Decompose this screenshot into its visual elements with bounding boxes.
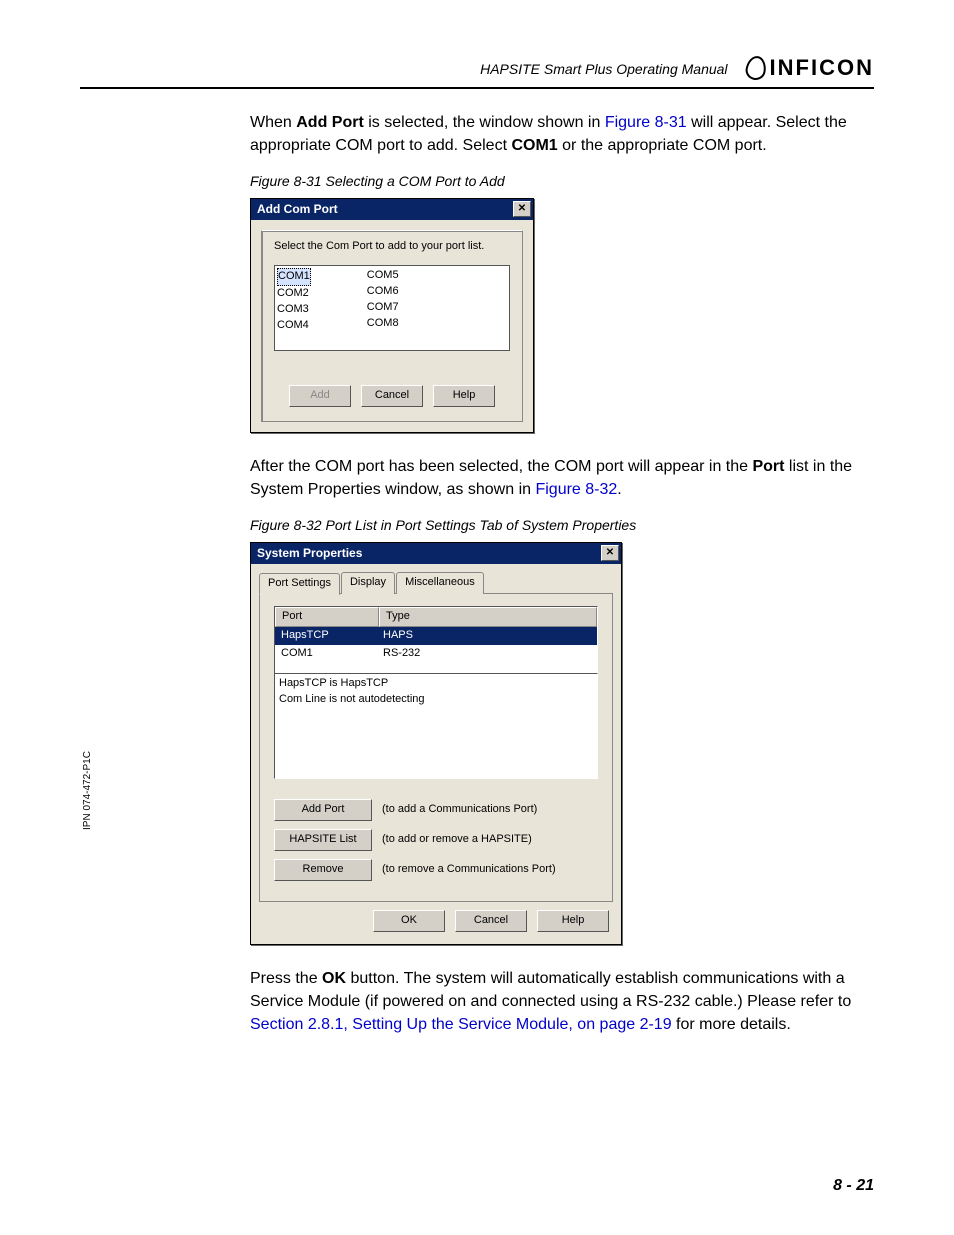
list-item[interactable]: COM4	[277, 318, 311, 334]
table-row[interactable]: COM1 RS-232	[275, 645, 597, 663]
remove-desc: (to remove a Communications Port)	[382, 862, 556, 878]
close-icon[interactable]: ✕	[601, 545, 619, 561]
help-button[interactable]: Help	[433, 385, 495, 407]
add-port-desc: (to add a Communications Port)	[382, 802, 537, 818]
brand-text: INFICON	[770, 55, 874, 81]
col-header-type[interactable]: Type	[379, 607, 597, 627]
remove-button[interactable]: Remove	[274, 859, 372, 881]
list-item[interactable]: COM1	[277, 268, 311, 286]
tab-miscellaneous[interactable]: Miscellaneous	[396, 572, 484, 594]
table-row[interactable]: HapsTCP HAPS	[275, 627, 597, 645]
add-button[interactable]: Add	[289, 385, 351, 407]
logo-icon	[744, 54, 768, 81]
status-box: HapsTCP is HapsTCP Com Line is not autod…	[274, 673, 598, 779]
list-item[interactable]: COM2	[277, 286, 311, 302]
system-properties-dialog: System Properties ✕ Port Settings Displa…	[250, 542, 622, 945]
list-item[interactable]: COM6	[367, 284, 399, 300]
port-list[interactable]: Port Type HapsTCP HAPS COM1 RS-232	[274, 606, 598, 674]
ok-button[interactable]: OK	[373, 910, 445, 932]
manual-title: HAPSITE Smart Plus Operating Manual	[480, 61, 727, 81]
page-number: 8 - 21	[833, 1177, 874, 1195]
hapsite-list-button[interactable]: HAPSITE List	[274, 829, 372, 851]
link-figure-8-32[interactable]: Figure 8-32	[535, 481, 617, 498]
add-port-button[interactable]: Add Port	[274, 799, 372, 821]
dialog-title: Add Com Port	[257, 201, 338, 218]
dialog-title: System Properties	[257, 545, 362, 562]
list-item[interactable]: COM8	[367, 316, 399, 332]
add-com-port-dialog: Add Com Port ✕ Select the Com Port to ad…	[250, 198, 534, 433]
header-rule	[80, 87, 874, 89]
help-button[interactable]: Help	[537, 910, 609, 932]
list-item[interactable]: COM3	[277, 302, 311, 318]
list-item[interactable]: COM7	[367, 300, 399, 316]
list-item[interactable]: COM5	[367, 268, 399, 284]
side-ipn: IPN 074-472-P1C	[82, 751, 93, 830]
close-icon[interactable]: ✕	[513, 201, 531, 217]
dialog-instruction: Select the Com Port to add to your port …	[274, 239, 510, 255]
cancel-button[interactable]: Cancel	[361, 385, 423, 407]
paragraph-2: After the COM port has been selected, th…	[250, 455, 874, 501]
cancel-button[interactable]: Cancel	[455, 910, 527, 932]
col-header-port[interactable]: Port	[275, 607, 379, 627]
brand-logo: INFICON	[746, 55, 874, 81]
paragraph-1: When Add Port is selected, the window sh…	[250, 111, 874, 157]
figure-8-32-caption: Figure 8-32 Port List in Port Settings T…	[250, 515, 874, 535]
link-figure-8-31[interactable]: Figure 8-31	[605, 114, 687, 131]
com-port-list[interactable]: COM1 COM2 COM3 COM4 COM5 COM6 COM7 COM8	[274, 265, 510, 351]
paragraph-3: Press the OK button. The system will aut…	[250, 967, 874, 1037]
link-section-2-8-1[interactable]: Section 2.8.1, Setting Up the Service Mo…	[250, 1016, 672, 1033]
hapsite-list-desc: (to add or remove a HAPSITE)	[382, 832, 532, 848]
figure-8-31-caption: Figure 8-31 Selecting a COM Port to Add	[250, 171, 874, 191]
tab-display[interactable]: Display	[341, 572, 395, 594]
tab-port-settings[interactable]: Port Settings	[259, 573, 340, 595]
